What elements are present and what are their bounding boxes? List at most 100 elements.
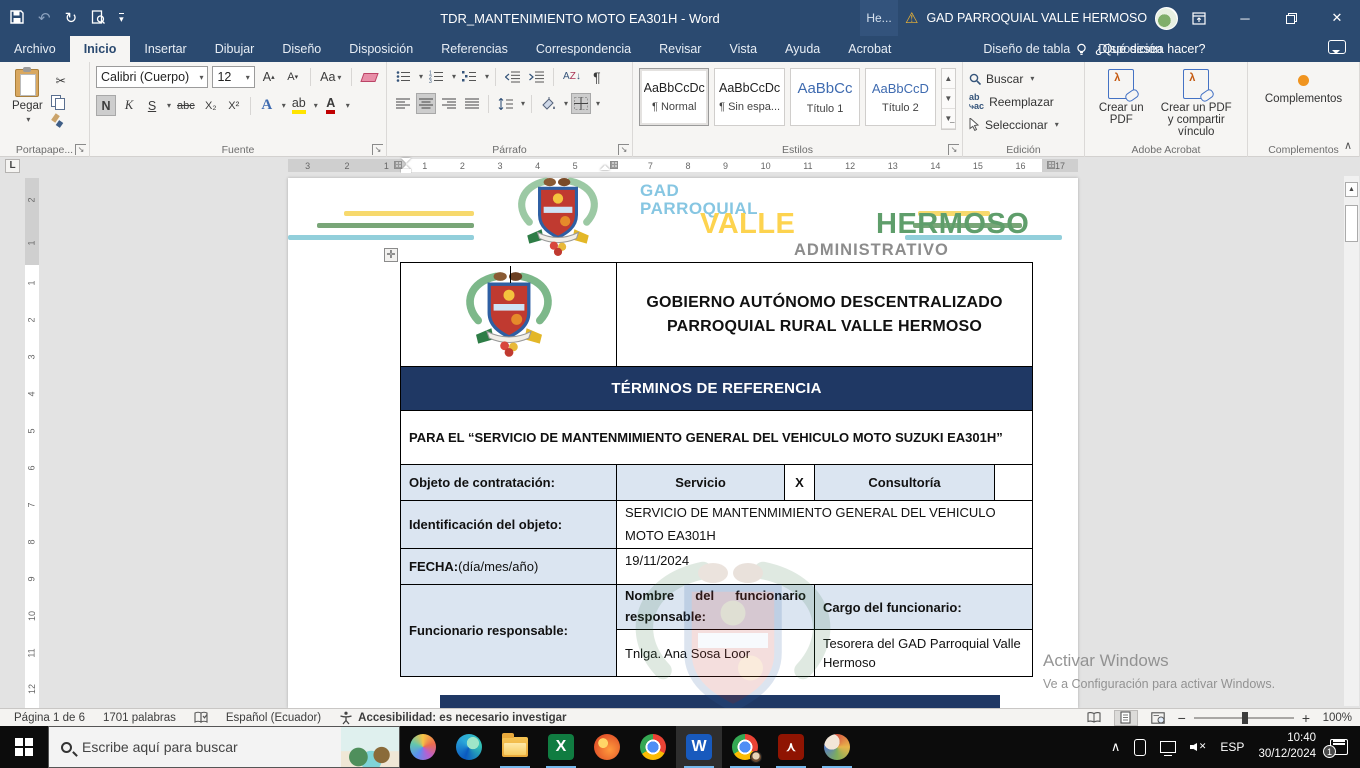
style-normal[interactable]: AaBbCcDc ¶ Normal xyxy=(639,68,709,126)
start-button[interactable] xyxy=(0,726,48,768)
account-avatar[interactable] xyxy=(1155,7,1178,30)
paragraph-dialog-launcher[interactable]: ↘ xyxy=(618,144,629,155)
multilevel-list-icon[interactable] xyxy=(459,66,480,87)
notification-center[interactable]: 1 xyxy=(1323,726,1360,768)
vertical-ruler[interactable]: 21 123456789101112 xyxy=(25,178,39,708)
clipboard-dialog-launcher[interactable]: ↘ xyxy=(75,144,86,155)
indent-marker[interactable] xyxy=(600,158,610,173)
zoom-level[interactable]: 100% xyxy=(1318,712,1352,724)
tab-vista[interactable]: Vista xyxy=(715,36,771,62)
contextual-tools-hint[interactable]: He... xyxy=(860,0,898,36)
save-icon[interactable] xyxy=(10,10,24,27)
change-case-button[interactable]: Aa▾ xyxy=(318,67,344,88)
restore-button[interactable] xyxy=(1268,0,1314,36)
styles-dialog-launcher[interactable]: ↘ xyxy=(948,144,959,155)
font-color-dropdown-icon[interactable]: ▾ xyxy=(346,101,350,110)
select-button[interactable]: Seleccionar▾ xyxy=(969,114,1078,135)
justify-icon[interactable] xyxy=(462,93,482,114)
tray-clock[interactable]: 10:40 30/12/2024 xyxy=(1251,726,1323,768)
tab-diseno[interactable]: Diseño xyxy=(268,36,335,62)
table-logo-cell[interactable] xyxy=(401,263,617,366)
align-right-icon[interactable] xyxy=(439,93,459,114)
tell-me-box[interactable]: ¿Qué desea hacer? xyxy=(1075,36,1206,62)
tab-acrobat[interactable]: Acrobat xyxy=(834,36,905,62)
proofing-icon[interactable] xyxy=(194,711,208,724)
style-titulo-1[interactable]: AaBbCc Título 1 xyxy=(790,68,860,126)
tab-archivo[interactable]: Archivo xyxy=(0,36,70,62)
collapse-ribbon-icon[interactable]: ∧ xyxy=(1344,139,1352,152)
styles-gallery-more-icon[interactable]: ▼̲ xyxy=(942,109,955,129)
numbering-icon[interactable]: 123 xyxy=(426,66,447,87)
language-indicator[interactable]: Español (Ecuador) xyxy=(226,712,321,724)
tray-phone-icon[interactable] xyxy=(1127,726,1153,768)
paste-button[interactable]: Pegar ▾ xyxy=(6,66,49,128)
bold-button[interactable]: N xyxy=(96,95,116,116)
grow-font-button[interactable]: A▴ xyxy=(259,67,279,88)
scrollbar-thumb[interactable] xyxy=(1345,205,1358,242)
italic-button[interactable]: K xyxy=(119,95,139,116)
accessibility-status[interactable]: Accesibilidad: es necesario investigar xyxy=(339,711,566,725)
find-button[interactable]: Buscar▾ xyxy=(969,68,1078,89)
redo-icon[interactable]: ↻ xyxy=(65,11,78,26)
scroll-up-icon[interactable]: ▲ xyxy=(1345,182,1358,197)
tab-insertar[interactable]: Insertar xyxy=(130,36,200,62)
tab-ayuda[interactable]: Ayuda xyxy=(771,36,834,62)
tray-network-icon[interactable] xyxy=(1153,726,1183,768)
copy-icon[interactable] xyxy=(51,95,65,110)
taskbar-word-active[interactable]: W xyxy=(676,726,722,768)
taskbar-firefox[interactable] xyxy=(584,726,630,768)
customize-qat-icon[interactable]: ▾ xyxy=(119,13,124,24)
taskbar-acrobat[interactable]: ⋏ xyxy=(768,726,814,768)
borders-icon[interactable] xyxy=(571,93,591,114)
print-preview-icon[interactable] xyxy=(91,10,105,27)
bullets-icon[interactable] xyxy=(393,66,414,87)
addins-button[interactable]: Complementos xyxy=(1254,66,1353,108)
superscript-button[interactable]: X² xyxy=(224,95,244,116)
strikethrough-button[interactable]: abc xyxy=(174,95,198,116)
tab-referencias[interactable]: Referencias xyxy=(427,36,522,62)
tray-chevron-icon[interactable]: ∧ xyxy=(1104,726,1128,768)
increase-indent-icon[interactable] xyxy=(526,66,547,87)
style-sin-espaciado[interactable]: AaBbCcDc ¶ Sin espa... xyxy=(714,68,784,126)
taskbar-search[interactable]: Escribe aquí para buscar xyxy=(48,726,400,768)
font-size-select[interactable]: 12▾ xyxy=(212,66,254,88)
decrease-indent-icon[interactable] xyxy=(502,66,523,87)
zoom-slider-thumb[interactable] xyxy=(1242,712,1248,724)
print-layout-icon[interactable] xyxy=(1114,710,1138,726)
office-account[interactable]: ⚠ GAD PARROQUIAL VALLE HERMOSO xyxy=(905,0,1178,36)
clear-formatting-button[interactable] xyxy=(359,67,380,88)
tdr-table[interactable]: GOBIERNO AUTÓNOMO DESCENTRALIZADO PARROQ… xyxy=(400,262,1033,677)
text-effects-dropdown-icon[interactable]: ▾ xyxy=(282,101,286,110)
tab-revisar[interactable]: Revisar xyxy=(645,36,715,62)
tab-correspondencia[interactable]: Correspondencia xyxy=(522,36,645,62)
taskbar-file-explorer[interactable] xyxy=(492,726,538,768)
document-page[interactable]: GAD PARROQUIAL VALLE HERMOSO ADMINISTRAT… xyxy=(288,178,1078,708)
format-painter-icon[interactable] xyxy=(51,114,65,128)
taskbar-copilot[interactable] xyxy=(400,726,446,768)
tab-disposicion[interactable]: Disposición xyxy=(335,36,427,62)
tab-dibujar[interactable]: Dibujar xyxy=(201,36,269,62)
taskbar-excel[interactable]: X xyxy=(538,726,584,768)
show-marks-icon[interactable]: ¶ xyxy=(587,66,607,87)
tab-diseno-de-tabla[interactable]: Diseño de tabla xyxy=(969,36,1084,62)
taskbar-edge[interactable] xyxy=(446,726,492,768)
create-pdf-button[interactable]: Crear un PDF xyxy=(1091,66,1151,141)
undo-icon[interactable]: ↶ xyxy=(38,11,51,26)
document-canvas[interactable]: 21 123456789101112 xyxy=(0,173,1360,708)
replace-button[interactable]: ab⤷ac Reemplazar xyxy=(969,91,1078,112)
table-column-marker[interactable] xyxy=(610,161,618,169)
zoom-in-icon[interactable]: + xyxy=(1302,710,1310,726)
tray-volume-muted-icon[interactable]: ✕ xyxy=(1183,726,1213,768)
zoom-out-icon[interactable]: − xyxy=(1178,710,1186,726)
ribbon-display-options-icon[interactable] xyxy=(1176,0,1222,36)
style-titulo-2[interactable]: AaBbCcD Título 2 xyxy=(865,68,935,126)
close-button[interactable]: ✕ xyxy=(1314,0,1360,36)
minimize-button[interactable]: ─ xyxy=(1222,0,1268,36)
word-count[interactable]: 1701 palabras xyxy=(103,712,176,724)
search-daily-image[interactable] xyxy=(341,727,399,767)
align-left-icon[interactable] xyxy=(393,93,413,114)
tray-language[interactable]: ESP xyxy=(1213,726,1251,768)
taskbar-chrome[interactable] xyxy=(630,726,676,768)
indent-marker[interactable] xyxy=(401,158,411,173)
highlight-dropdown-icon[interactable]: ▾ xyxy=(314,101,318,110)
